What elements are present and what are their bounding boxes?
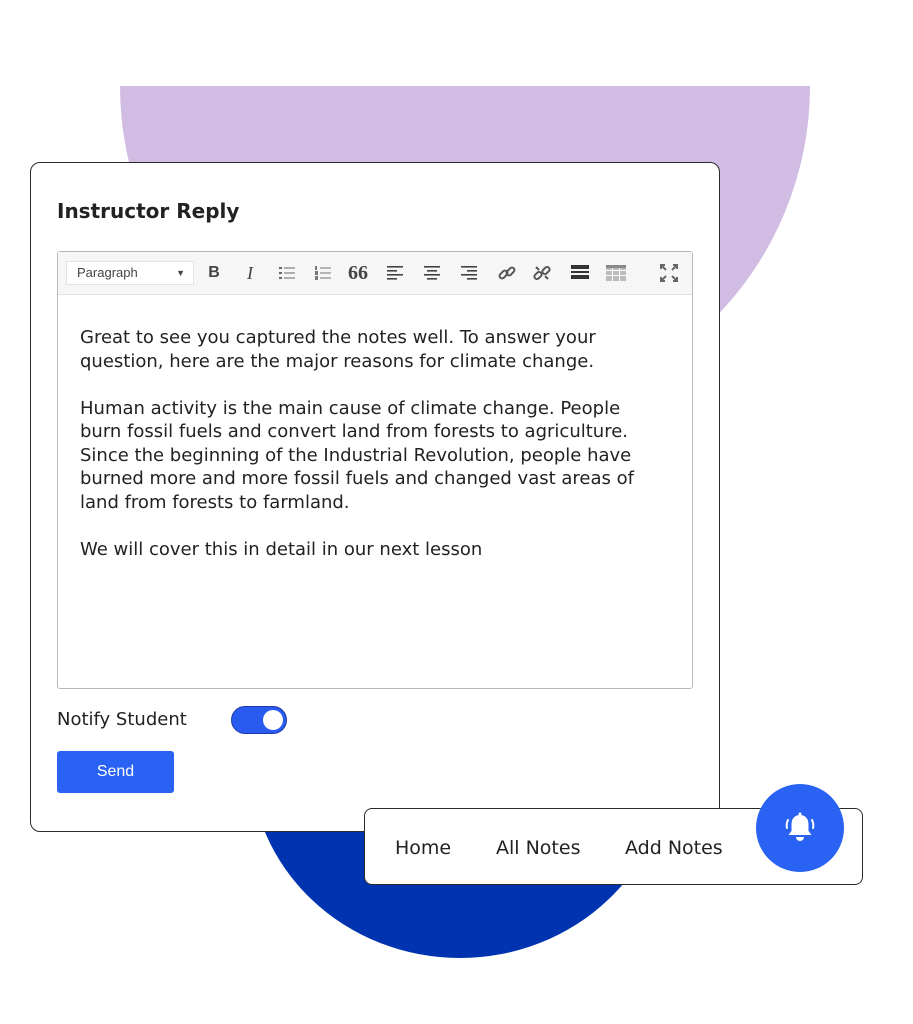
- align-right-icon[interactable]: [459, 263, 479, 283]
- rich-text-editor: Paragraph ▼ B I 66 Great to see you capt…: [57, 251, 693, 689]
- format-select[interactable]: Paragraph ▼: [66, 261, 194, 285]
- editor-paragraph: Human activity is the main cause of clim…: [80, 397, 634, 513]
- bold-icon[interactable]: B: [204, 263, 224, 283]
- bell-icon: [785, 812, 815, 841]
- editor-content[interactable]: Great to see you captured the notes well…: [80, 326, 640, 585]
- notify-student-toggle[interactable]: [231, 706, 287, 734]
- align-center-icon[interactable]: [422, 263, 442, 283]
- card-title: Instructor Reply: [57, 199, 240, 223]
- table-icon[interactable]: [606, 263, 626, 283]
- italic-icon[interactable]: I: [240, 263, 260, 283]
- align-left-icon[interactable]: [385, 263, 405, 283]
- link-icon[interactable]: [497, 263, 517, 283]
- toggle-knob: [263, 710, 283, 730]
- instructor-reply-card: Instructor Reply Paragraph ▼ B I 66 Grea…: [30, 162, 720, 832]
- editor-paragraph: We will cover this in detail in our next…: [80, 538, 483, 560]
- editor-paragraph: Great to see you captured the notes well…: [80, 327, 596, 372]
- chevron-down-icon: ▼: [176, 268, 185, 278]
- read-more-icon[interactable]: [570, 263, 590, 283]
- notifications-button[interactable]: [756, 784, 844, 872]
- format-select-value: Paragraph: [77, 265, 138, 280]
- numbered-list-icon[interactable]: [313, 263, 333, 283]
- nav-item-home[interactable]: Home: [395, 836, 451, 860]
- blockquote-icon[interactable]: 66: [348, 263, 368, 283]
- editor-toolbar: Paragraph ▼ B I 66: [58, 252, 692, 295]
- bullet-list-icon[interactable]: [277, 263, 297, 283]
- fullscreen-icon[interactable]: [659, 263, 679, 283]
- send-button[interactable]: Send: [57, 751, 174, 793]
- nav-item-add-notes[interactable]: Add Notes: [625, 836, 723, 860]
- nav-item-all-notes[interactable]: All Notes: [496, 836, 580, 860]
- notify-student-label: Notify Student: [57, 709, 187, 730]
- unlink-icon[interactable]: [532, 263, 552, 283]
